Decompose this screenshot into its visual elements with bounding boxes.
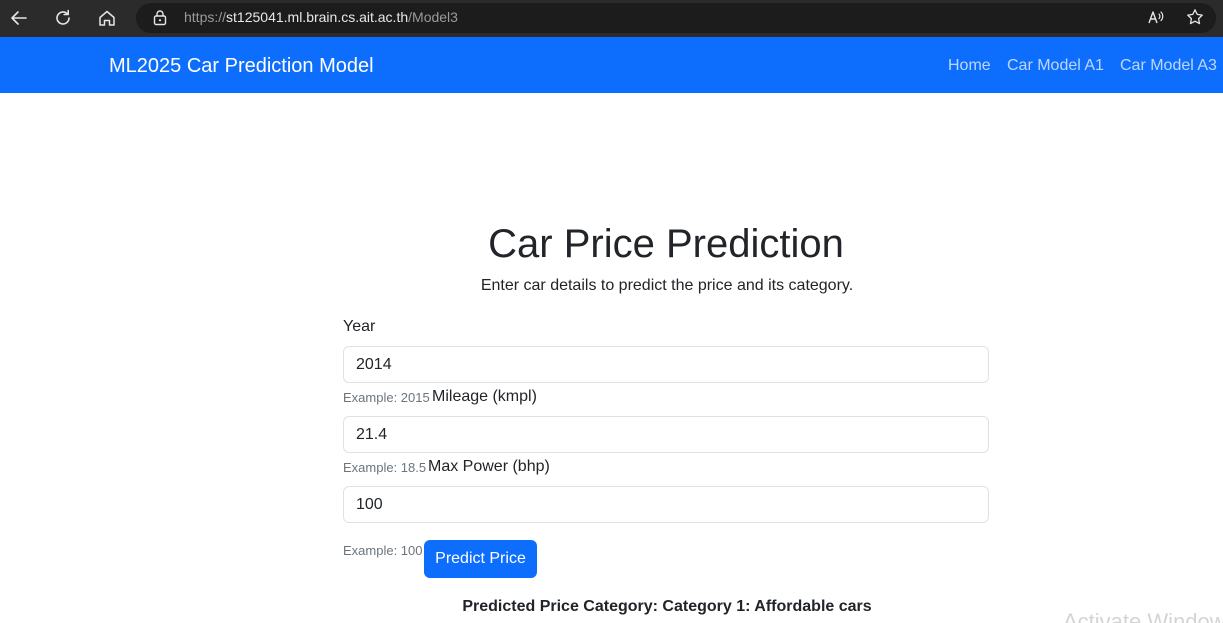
mileage-label: Mileage (kmpl) bbox=[432, 388, 537, 405]
nav-link-car-model-a3[interactable]: Car Model A3 bbox=[1120, 56, 1217, 76]
favorite-star-icon[interactable] bbox=[1186, 8, 1204, 31]
read-aloud-icon[interactable] bbox=[1147, 9, 1165, 31]
mileage-help-text: Example: 18.5 bbox=[343, 460, 427, 475]
home-icon[interactable] bbox=[94, 6, 120, 30]
prediction-result: Predicted Price Category: Category 1: Af… bbox=[462, 598, 872, 615]
url-text[interactable]: https://st125041.ml.brain.cs.ait.ac.th/M… bbox=[184, 9, 458, 26]
predict-price-button[interactable]: Predict Price bbox=[424, 540, 537, 578]
max-power-help-text: Example: 100 bbox=[343, 543, 423, 558]
navbar-brand[interactable]: ML2025 Car Prediction Model bbox=[109, 54, 374, 78]
activation-watermark: Activate Windows bbox=[1063, 609, 1223, 623]
max-power-input[interactable] bbox=[343, 486, 989, 523]
browser-toolbar: https://st125041.ml.brain.cs.ait.ac.th/M… bbox=[0, 0, 1223, 37]
mileage-input[interactable] bbox=[343, 416, 989, 453]
page-title: Car Price Prediction bbox=[488, 222, 844, 266]
year-help-text: Example: 2015 bbox=[343, 390, 430, 405]
nav-link-car-model-a1[interactable]: Car Model A1 bbox=[1007, 56, 1104, 76]
nav-link-home[interactable]: Home bbox=[948, 56, 991, 76]
year-label: Year bbox=[343, 318, 376, 335]
back-arrow-icon[interactable] bbox=[6, 6, 32, 30]
year-input[interactable] bbox=[343, 346, 989, 383]
page-subtitle: Enter car details to predict the price a… bbox=[480, 277, 854, 294]
refresh-icon[interactable] bbox=[50, 6, 76, 30]
navbar: ML2025 Car Prediction Model Home Car Mod… bbox=[0, 37, 1223, 93]
lock-icon[interactable] bbox=[153, 9, 167, 31]
address-bar[interactable]: https://st125041.ml.brain.cs.ait.ac.th/M… bbox=[136, 3, 1216, 33]
max-power-label: Max Power (bhp) bbox=[428, 458, 550, 475]
